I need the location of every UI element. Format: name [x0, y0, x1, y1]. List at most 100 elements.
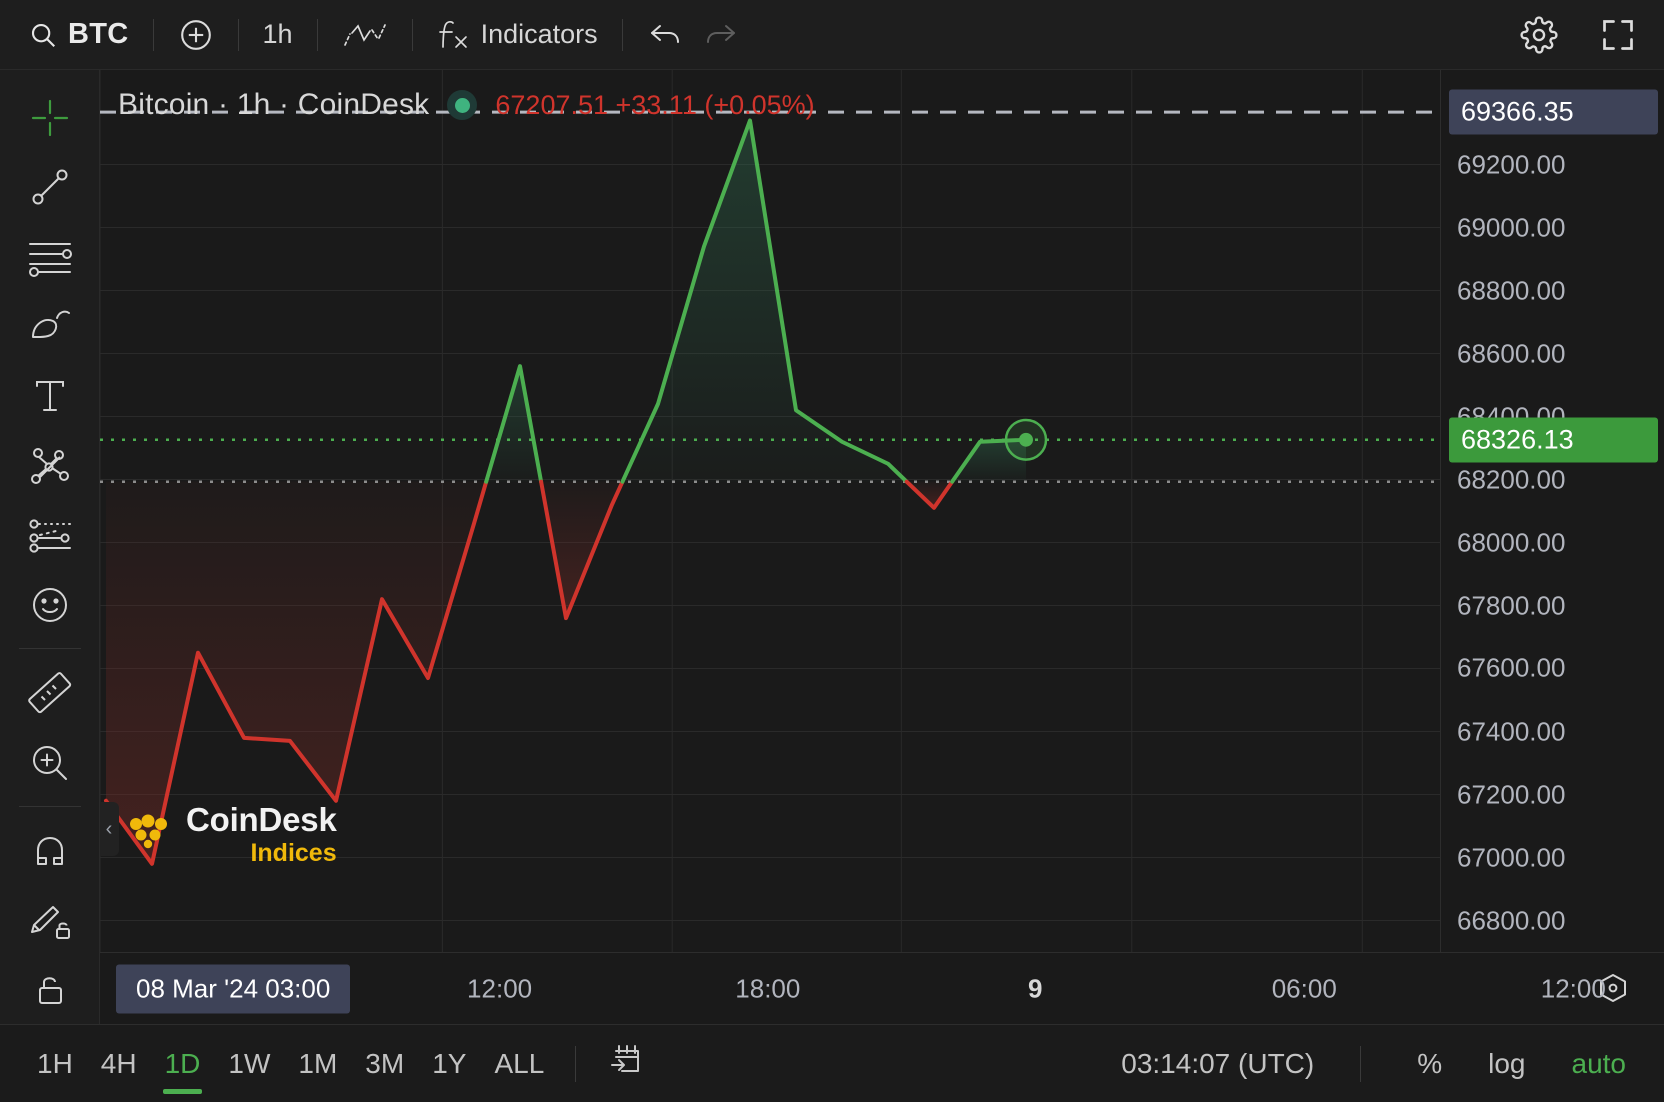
brush-pen-icon [26, 305, 74, 347]
indicators-label: Indicators [480, 19, 598, 49]
price-axis-tick: 68600.00 [1457, 338, 1566, 368]
crosshair-cursor-tool[interactable] [15, 84, 85, 152]
chart-body: Bitcoin · 1h · CoinDesk 67207.51 +33.11 … [0, 70, 1664, 1024]
price-axis-tick: 67000.00 [1457, 842, 1566, 872]
bottom-bar: 1H 4H 1D 1W 1M 3M 1Y ALL 03:14:07 (UTC) % log a… [0, 1024, 1664, 1102]
top-toolbar: BTC 1h Indicators [0, 0, 1664, 70]
pattern-xabcd-icon [26, 443, 74, 489]
drawing-mode-lock-icon [26, 898, 74, 944]
percent-scale-button[interactable]: % [1407, 1042, 1452, 1086]
chart-style-button[interactable] [332, 12, 398, 58]
timeframe-1m[interactable]: 1M [287, 1038, 348, 1090]
log-scale-button[interactable]: log [1478, 1042, 1535, 1086]
fib-retracement-tool[interactable] [15, 223, 85, 291]
text-tool-icon [29, 374, 71, 418]
timeframe-3m[interactable]: 3M [354, 1038, 415, 1090]
price-line-chart [100, 70, 1440, 952]
magnet-tool[interactable] [15, 817, 85, 885]
toolbar-divider [237, 18, 239, 51]
emoji-smiley-icon [27, 582, 73, 628]
price-axis-tick: 67200.00 [1457, 779, 1566, 809]
timeframe-1w[interactable]: 1W [217, 1038, 281, 1090]
chart-panel: Bitcoin · 1h · CoinDesk 67207.51 +33.11 … [100, 70, 1664, 1024]
redo-button[interactable] [693, 14, 749, 56]
timeframe-1d[interactable]: 1D [154, 1038, 212, 1094]
zoom-in-icon [27, 740, 73, 786]
time-axis-tick: 12:00 [1540, 973, 1606, 1003]
timeframe-4h[interactable]: 4H [90, 1038, 148, 1090]
measure-ruler-icon [27, 670, 73, 716]
price-axis-tick: 67800.00 [1457, 590, 1566, 620]
price-axis-tick: 68200.00 [1457, 464, 1566, 494]
measure-tool[interactable] [15, 659, 85, 727]
add-symbol-button[interactable] [168, 11, 224, 59]
chart-plot-area[interactable]: Bitcoin · 1h · CoinDesk 67207.51 +33.11 … [100, 70, 1440, 952]
lock-drawings-tool[interactable] [15, 957, 85, 1025]
last-price-badge: 68326.13 [1449, 417, 1658, 463]
search-icon [28, 20, 58, 50]
toolbar-divider [18, 648, 81, 650]
fullscreen-icon [1600, 17, 1636, 53]
goto-date-button[interactable] [596, 1035, 656, 1092]
price-axis-tick: 69000.00 [1457, 212, 1566, 242]
toolbar-divider [621, 18, 623, 51]
auto-scale-button[interactable]: auto [1562, 1042, 1637, 1086]
current-date-badge: 08 Mar '24 03:00 [116, 964, 351, 1013]
bottombar-divider [575, 1045, 577, 1082]
text-tool[interactable] [15, 362, 85, 430]
chart-main: Bitcoin · 1h · CoinDesk 67207.51 +33.11 … [100, 70, 1664, 952]
pattern-tool[interactable] [15, 432, 85, 500]
interval-button[interactable]: 1h [253, 13, 303, 56]
undo-button[interactable] [637, 14, 693, 56]
trend-line-tool[interactable] [15, 154, 85, 222]
collapse-panel-handle[interactable]: ‹ [100, 802, 119, 856]
interval-label: 1h [262, 19, 293, 49]
time-axis-tick: 06:00 [1271, 973, 1337, 1003]
timeframe-selector: 1H 4H 1D 1W 1M 3M 1Y ALL [26, 1038, 555, 1094]
magnet-icon [27, 828, 73, 874]
toolbar-divider [316, 18, 318, 51]
toolbar-divider [18, 806, 81, 808]
undo-arrow-icon [647, 20, 683, 50]
forecast-projection-icon [26, 514, 74, 556]
price-axis[interactable]: 69200.00 69000.00 68800.00 68600.00 68400.00… [1440, 70, 1664, 952]
price-axis-tick: 66800.00 [1457, 905, 1566, 935]
bottombar-divider [1360, 1045, 1362, 1082]
time-axis-tick: 18:00 [735, 973, 801, 1003]
toolbar-divider [152, 18, 154, 51]
zoom-in-tool[interactable] [15, 729, 85, 797]
high-price-badge: 69366.35 [1449, 89, 1658, 135]
price-axis-tick: 68800.00 [1457, 275, 1566, 305]
symbol-label: BTC [68, 18, 129, 50]
timeframe-1h[interactable]: 1H [26, 1038, 84, 1090]
emoji-tool[interactable] [15, 571, 85, 639]
drawing-mode-lock-tool[interactable] [15, 887, 85, 955]
price-axis-tick: 67400.00 [1457, 716, 1566, 746]
trend-line-icon [27, 164, 73, 210]
toolbar-divider [411, 18, 413, 51]
drawing-toolbar [0, 70, 100, 1024]
time-axis[interactable]: 08 Mar '24 03:00 12:00 18:00 9 06:00 12:00 [100, 952, 1664, 1024]
brush-pen-tool[interactable] [15, 293, 85, 361]
crosshair-cursor-icon [28, 96, 72, 140]
fib-retracement-icon [26, 236, 74, 278]
redo-arrow-icon [703, 20, 739, 50]
symbol-search-button[interactable]: BTC [18, 12, 139, 57]
indicators-button[interactable]: Indicators [427, 10, 608, 60]
function-fx-icon [437, 16, 471, 54]
gear-icon [1520, 15, 1558, 54]
timeframe-all[interactable]: ALL [483, 1038, 555, 1090]
lock-drawings-icon [28, 968, 72, 1012]
line-chart-style-icon [342, 18, 388, 52]
time-axis-tick: 12:00 [467, 973, 533, 1003]
goto-date-calendar-icon [606, 1041, 646, 1079]
settings-button[interactable] [1510, 10, 1568, 60]
time-axis-tick: 9 [1028, 973, 1043, 1003]
price-axis-tick: 68000.00 [1457, 527, 1566, 557]
clock-label: 03:14:07 (UTC) [1121, 1047, 1315, 1079]
forecast-tool[interactable] [15, 501, 85, 569]
price-axis-tick: 67600.00 [1457, 652, 1566, 683]
timeframe-1y[interactable]: 1Y [421, 1038, 477, 1090]
fullscreen-button[interactable] [1590, 11, 1646, 59]
price-axis-tick: 69200.00 [1457, 149, 1566, 179]
